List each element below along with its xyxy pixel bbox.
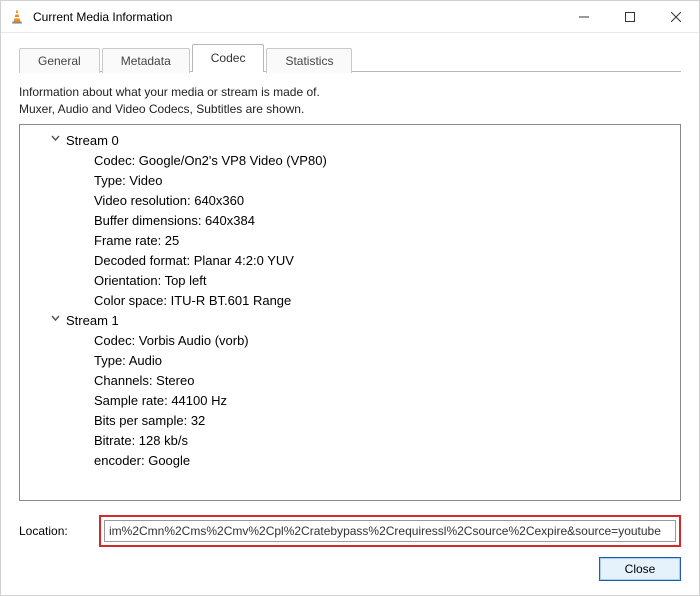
tree-row[interactable]: Type: Video [22, 171, 678, 191]
chevron-down-icon[interactable] [48, 311, 62, 331]
tree-stream-1[interactable]: Stream 1 [22, 311, 678, 331]
tree-row[interactable]: Codec: Google/On2's VP8 Video (VP80) [22, 151, 678, 171]
tab-general[interactable]: General [19, 48, 100, 73]
tree-row[interactable]: Video resolution: 640x360 [22, 191, 678, 211]
tree-value: Bitrate: 128 kb/s [94, 431, 188, 451]
maximize-button[interactable] [607, 1, 653, 32]
window-close-button[interactable] [653, 1, 699, 32]
panel-description: Information about what your media or str… [19, 84, 681, 118]
tab-codec[interactable]: Codec [192, 44, 265, 72]
location-highlight-box [99, 515, 681, 547]
tree-value: Decoded format: Planar 4:2:0 YUV [94, 251, 294, 271]
tree-row[interactable]: Bitrate: 128 kb/s [22, 431, 678, 451]
tree-value: Sample rate: 44100 Hz [94, 391, 227, 411]
tab-metadata[interactable]: Metadata [102, 48, 190, 73]
tree-value: Type: Video [94, 171, 162, 191]
location-input[interactable] [104, 520, 676, 542]
minimize-button[interactable] [561, 1, 607, 32]
tree-value: Color space: ITU-R BT.601 Range [94, 291, 291, 311]
tree-row[interactable]: Codec: Vorbis Audio (vorb) [22, 331, 678, 351]
tree-row[interactable]: Buffer dimensions: 640x384 [22, 211, 678, 231]
tree-row[interactable]: Color space: ITU-R BT.601 Range [22, 291, 678, 311]
location-row: Location: [19, 515, 681, 547]
tab-bar: General Metadata Codec Statistics [19, 43, 681, 71]
tree-value: Codec: Google/On2's VP8 Video (VP80) [94, 151, 327, 171]
tree-row[interactable]: Bits per sample: 32 [22, 411, 678, 431]
media-info-window: Current Media Information General Metada… [0, 0, 700, 596]
intro-line-2: Muxer, Audio and Video Codecs, Subtitles… [19, 101, 681, 118]
vlc-cone-icon [9, 9, 25, 25]
tree-value: Bits per sample: 32 [94, 411, 205, 431]
tree-row[interactable]: Type: Audio [22, 351, 678, 371]
tree-value: Channels: Stereo [94, 371, 194, 391]
titlebar: Current Media Information [1, 1, 699, 33]
tree-row[interactable]: Sample rate: 44100 Hz [22, 391, 678, 411]
tree-row[interactable]: Frame rate: 25 [22, 231, 678, 251]
close-button[interactable]: Close [599, 557, 681, 581]
tree-value: Type: Audio [94, 351, 162, 371]
tab-statistics[interactable]: Statistics [266, 48, 352, 73]
tree-value: Buffer dimensions: 640x384 [94, 211, 255, 231]
tree-row[interactable]: Channels: Stereo [22, 371, 678, 391]
chevron-down-icon[interactable] [48, 131, 62, 151]
tree-label: Stream 0 [66, 131, 119, 151]
tree-label: Stream 1 [66, 311, 119, 331]
window-title: Current Media Information [33, 10, 172, 24]
tree-value: encoder: Google [94, 451, 190, 471]
intro-line-1: Information about what your media or str… [19, 84, 681, 101]
tree-value: Video resolution: 640x360 [94, 191, 244, 211]
tree-stream-0[interactable]: Stream 0 [22, 131, 678, 151]
tree-row[interactable]: encoder: Google [22, 451, 678, 471]
tree-value: Frame rate: 25 [94, 231, 179, 251]
location-label: Location: [19, 524, 89, 538]
tree-value: Codec: Vorbis Audio (vorb) [94, 331, 249, 351]
tree-value: Orientation: Top left [94, 271, 207, 291]
tree-row[interactable]: Orientation: Top left [22, 271, 678, 291]
codec-tree[interactable]: Stream 0 Codec: Google/On2's VP8 Video (… [19, 124, 681, 501]
button-row: Close [19, 557, 681, 581]
codec-panel: Information about what your media or str… [19, 72, 681, 581]
window-controls [561, 1, 699, 32]
content-area: General Metadata Codec Statistics Inform… [1, 33, 699, 595]
tree-row[interactable]: Decoded format: Planar 4:2:0 YUV [22, 251, 678, 271]
